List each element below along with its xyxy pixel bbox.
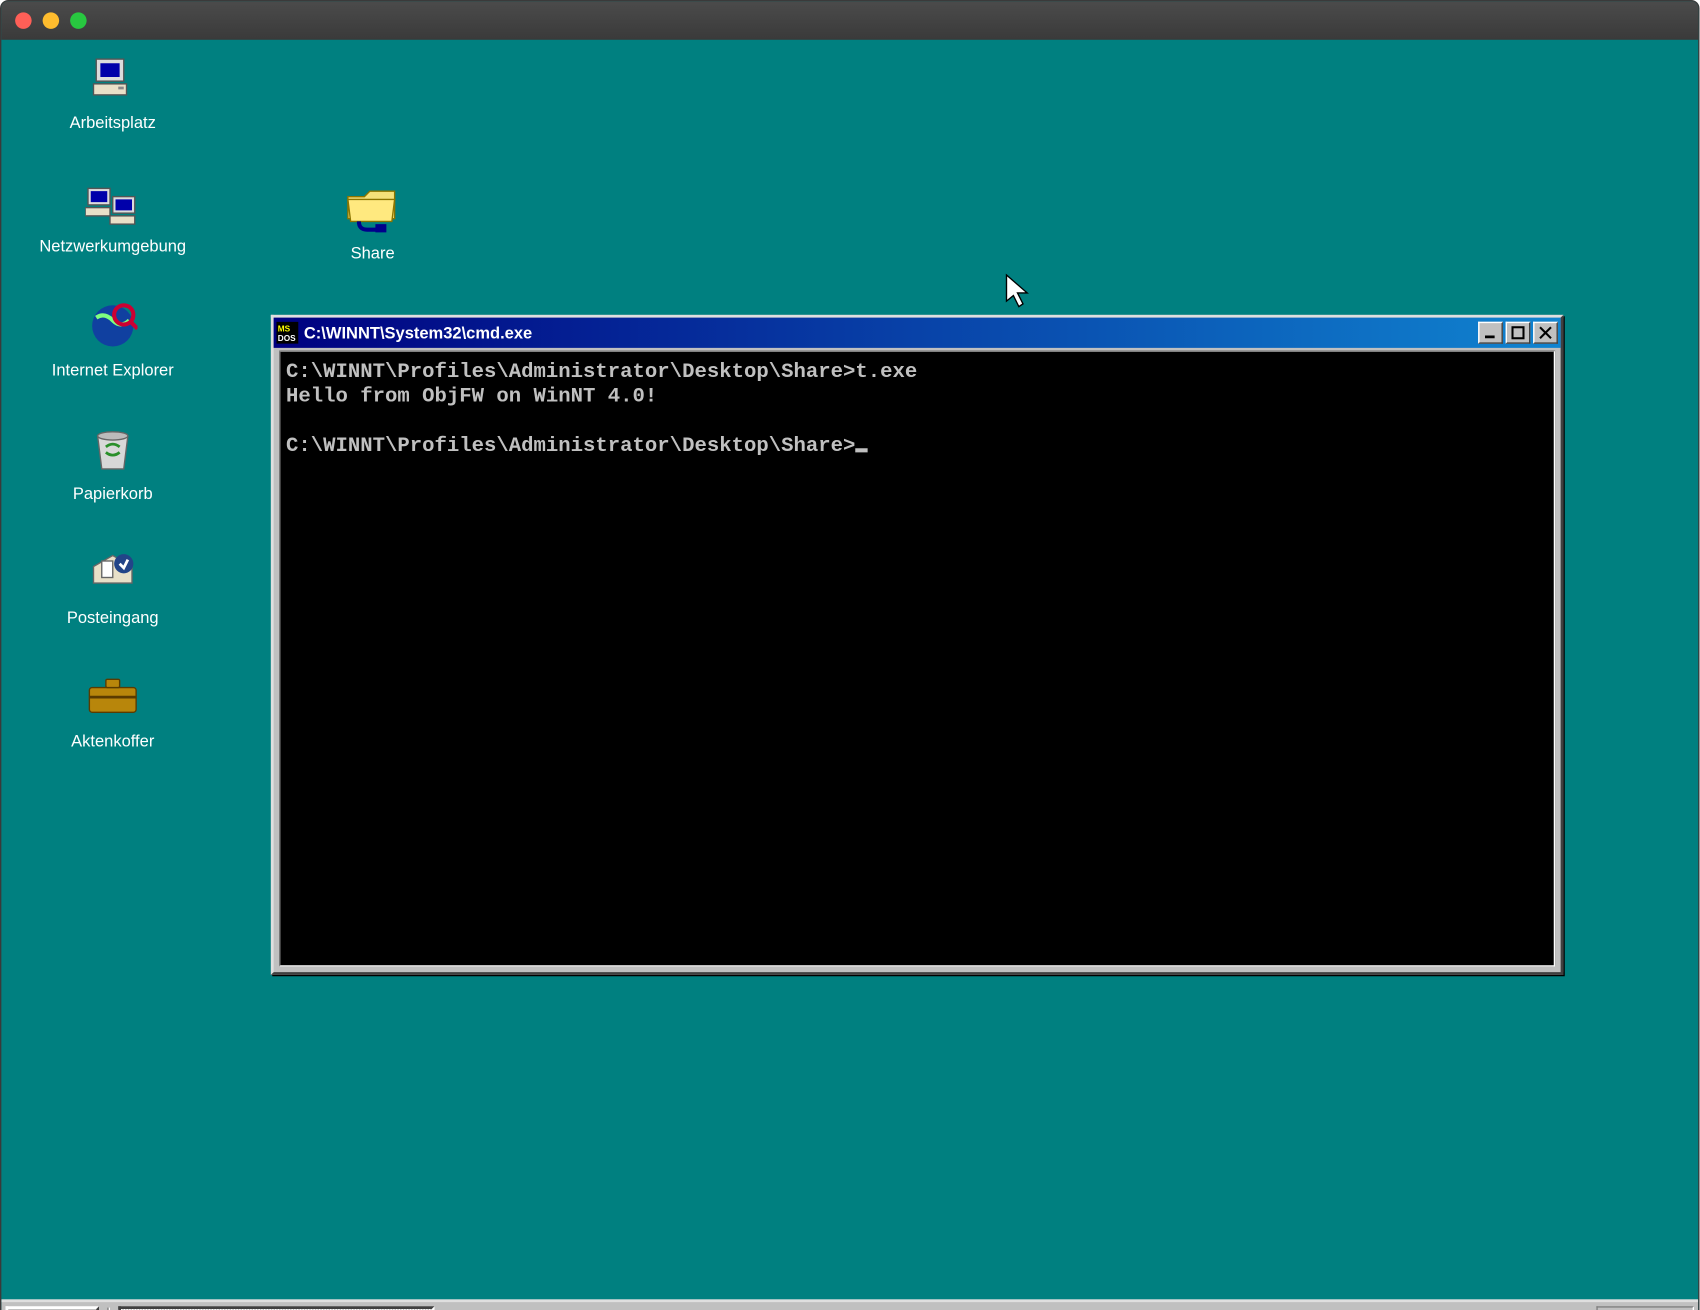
cmd-window[interactable]: MSDOS C:\WINNT\System32\cmd.exe C:\WINNT… [271,315,1564,975]
desktop-icon-label: Papierkorb [69,483,157,505]
desktop-icon-share[interactable]: Share [290,183,455,263]
desktop-icon-label: Share [351,243,395,262]
desktop-icon-posteingang[interactable]: Posteingang [10,546,216,629]
cmd-line: C:\WINNT\Profiles\Administrator\Desktop\… [286,360,917,383]
msdos-icon: MSDOS [276,322,298,344]
desktop-icon-label: Arbeitsplatz [66,111,160,133]
recycle-bin-icon [85,422,140,477]
desktop-icon-internet-explorer[interactable]: Internet Explorer [10,298,216,381]
computer-icon [85,51,140,106]
shared-folder-icon [345,183,400,238]
network-icon [85,175,140,230]
guest-desktop[interactable]: Arbeitsplatz Netzwerkumgebung Internet E… [1,40,1698,1310]
desktop-icon-label: Netzwerkumgebung [35,235,190,257]
minimize-icon[interactable] [43,12,60,29]
taskbar[interactable]: Start MSDOS C:\WINNT\System32... 15:38 [1,1299,1698,1310]
desktop-icon-label: Internet Explorer [48,359,178,381]
cmd-titlebar[interactable]: MSDOS C:\WINNT\System32\cmd.exe [274,318,1561,348]
start-button[interactable]: Start [6,1306,99,1310]
zoom-icon[interactable] [70,12,87,29]
host-vm-window: Arbeitsplatz Netzwerkumgebung Internet E… [0,0,1700,1310]
close-icon[interactable] [15,12,32,29]
desktop-icon-label: Posteingang [63,606,163,628]
svg-text:MS: MS [278,324,291,333]
desktop-icon-papierkorb[interactable]: Papierkorb [10,422,216,505]
desktop-icon-column: Arbeitsplatz Netzwerkumgebung Internet E… [10,51,216,794]
desktop-icon-label: Aktenkoffer [67,730,158,752]
cmd-terminal-body[interactable]: C:\WINNT\Profiles\Administrator\Desktop\… [279,351,1555,967]
close-button[interactable] [1533,322,1558,344]
globe-icon [85,298,140,353]
cmd-line: Hello from ObjFW on WinNT 4.0! [286,385,657,408]
host-titlebar[interactable] [1,1,1698,40]
inbox-icon [85,546,140,601]
maximize-button[interactable] [1506,322,1531,344]
svg-text:DOS: DOS [278,334,296,343]
desktop-icon-netzwerkumgebung[interactable]: Netzwerkumgebung [10,175,216,258]
cmd-line: C:\WINNT\Profiles\Administrator\Desktop\… [286,435,855,458]
minimize-button[interactable] [1478,322,1503,344]
taskbar-item-cmd[interactable]: MSDOS C:\WINNT\System32... [118,1306,434,1310]
desktop-icon-arbeitsplatz[interactable]: Arbeitsplatz [10,51,216,134]
terminal-cursor [855,448,867,452]
desktop-icon-aktenkoffer[interactable]: Aktenkoffer [10,670,216,753]
system-tray[interactable]: 15:38 [1597,1306,1694,1310]
mouse-cursor-icon [1005,274,1033,313]
briefcase-icon [85,670,140,725]
cmd-title-text: C:\WINNT\System32\cmd.exe [304,323,1476,342]
